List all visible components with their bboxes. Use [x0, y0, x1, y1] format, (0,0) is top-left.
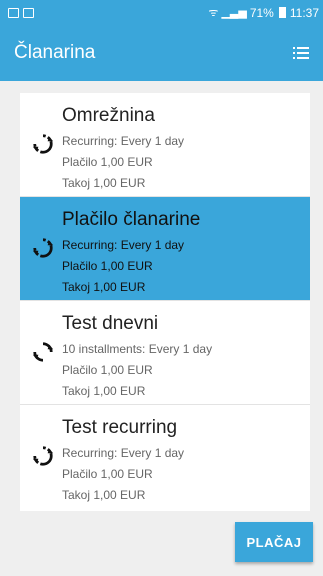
- status-system: ᯤ ▁▃▅ 71% 11:37: [208, 5, 319, 20]
- list-menu-button[interactable]: [291, 43, 311, 63]
- item-immediate: Takoj 1,00 EUR: [62, 280, 146, 294]
- item-payment: Plačilo 1,00 EUR: [62, 467, 153, 481]
- item-schedule: Recurring: Every 1 day: [62, 238, 185, 252]
- status-notifications: [8, 7, 34, 18]
- recurring-icon: [20, 405, 62, 467]
- item-payment: Plačilo 1,00 EUR: [62, 363, 153, 377]
- item-schedule: 10 installments: Every 1 day: [62, 342, 213, 356]
- battery-icon: [278, 7, 286, 18]
- pay-button[interactable]: PLAČAJ: [235, 522, 313, 562]
- item-title: Omrežnina: [62, 105, 155, 126]
- item-schedule: Recurring: Every 1 day: [62, 446, 185, 460]
- mail-icon: [8, 7, 19, 18]
- image-icon: [23, 7, 34, 18]
- installments-icon: [20, 301, 62, 363]
- item-schedule: Recurring: Every 1 day: [62, 134, 185, 148]
- item-title: Test recurring: [62, 417, 178, 438]
- app-bar: Članarina: [0, 25, 323, 81]
- signal-icon: ▁▃▅: [221, 7, 247, 19]
- recurring-icon: [20, 197, 62, 259]
- battery-percent: 71%: [249, 5, 274, 20]
- status-time: 11:37: [289, 5, 319, 20]
- list-icon: [293, 47, 309, 59]
- recurring-icon: [20, 93, 62, 155]
- item-immediate: Takoj 1,00 EUR: [62, 488, 146, 502]
- item-title: Plačilo članarine: [62, 209, 201, 230]
- list-item[interactable]: Plačilo članarine Recurring: Every 1 day…: [20, 197, 310, 301]
- list-item[interactable]: Test recurring Recurring: Every 1 day Pl…: [20, 405, 310, 511]
- list-item[interactable]: Test dnevni 10 installments: Every 1 day…: [20, 301, 310, 405]
- item-title: Test dnevni: [62, 313, 159, 334]
- wifi-icon: ᯤ: [208, 7, 219, 19]
- status-bar: ᯤ ▁▃▅ 71% 11:37: [0, 0, 323, 25]
- page-title: Članarina: [14, 42, 96, 63]
- item-immediate: Takoj 1,00 EUR: [62, 176, 146, 190]
- item-immediate: Takoj 1,00 EUR: [62, 384, 146, 398]
- subscription-list: Omrežnina Recurring: Every 1 day Plačilo…: [20, 93, 310, 511]
- item-payment: Plačilo 1,00 EUR: [62, 259, 153, 273]
- list-item[interactable]: Omrežnina Recurring: Every 1 day Plačilo…: [20, 93, 310, 197]
- item-payment: Plačilo 1,00 EUR: [62, 155, 153, 169]
